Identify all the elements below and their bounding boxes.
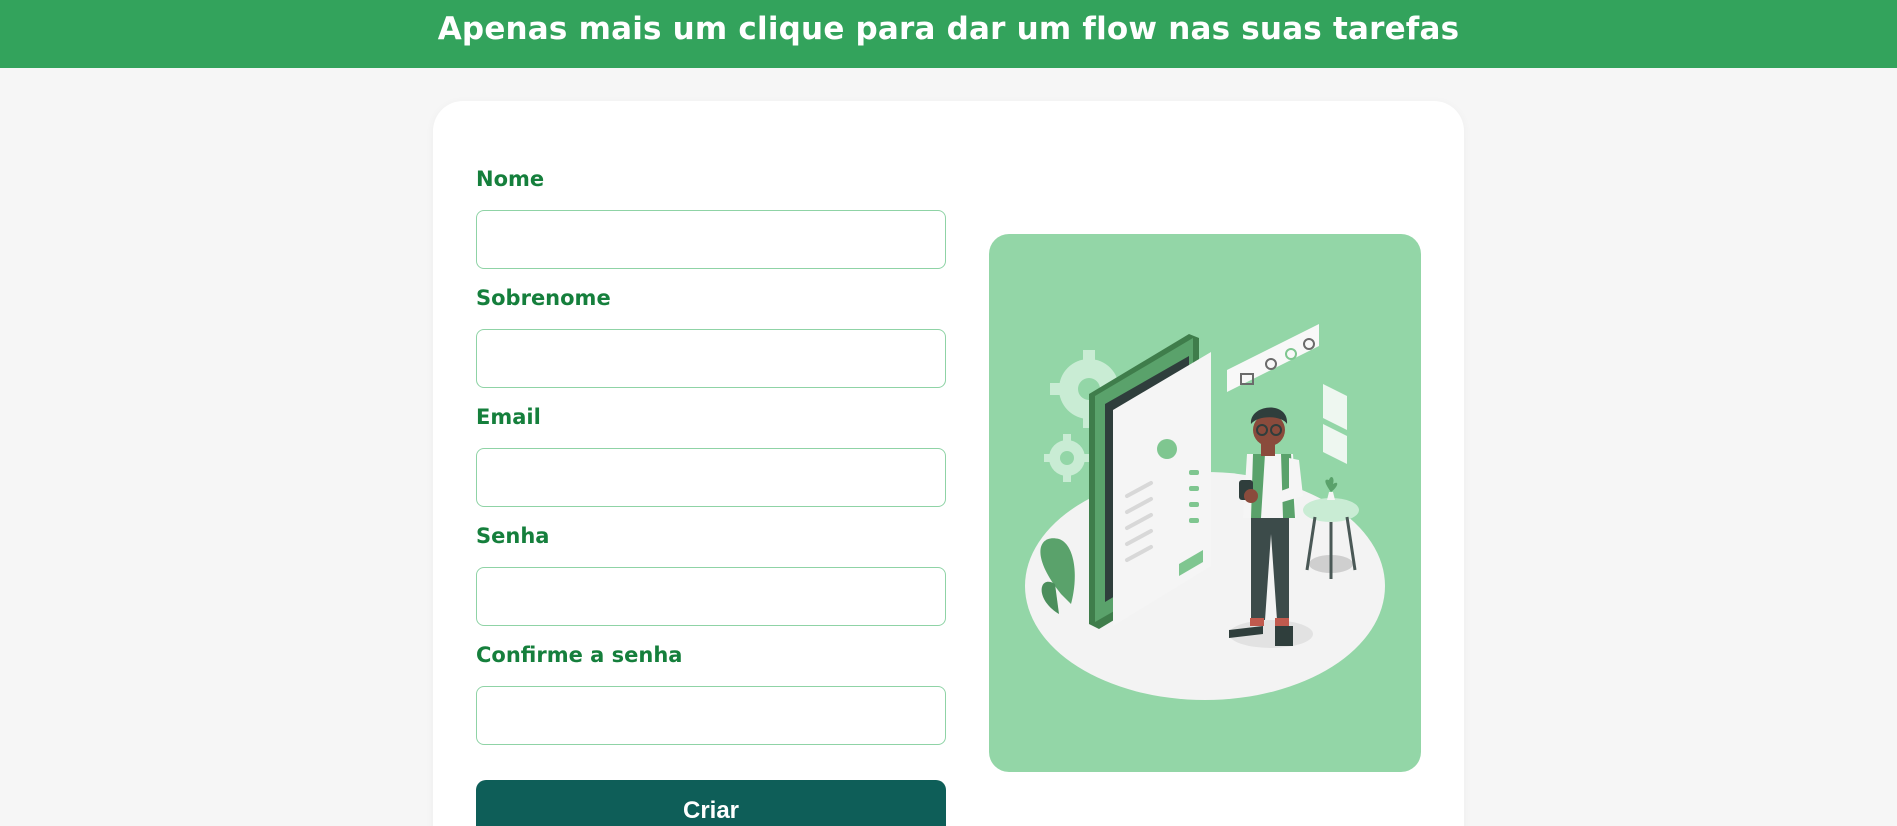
senha-label: Senha — [476, 524, 550, 548]
sobrenome-label: Sobrenome — [476, 286, 611, 310]
sobrenome-input[interactable] — [476, 329, 946, 388]
confirme-senha-label: Confirme a senha — [476, 643, 683, 667]
field-senha: Senha — [476, 522, 946, 626]
nome-label: Nome — [476, 167, 545, 191]
field-sobrenome: Sobrenome — [476, 284, 946, 388]
confirme-senha-input[interactable] — [476, 686, 946, 745]
senha-input[interactable] — [476, 567, 946, 626]
top-banner: Apenas mais um clique para dar um flow n… — [0, 0, 1897, 68]
field-confirme-senha: Confirme a senha — [476, 641, 946, 745]
signup-illustration — [989, 234, 1421, 772]
field-nome: Nome — [476, 165, 946, 269]
nome-input[interactable] — [476, 210, 946, 269]
signup-card: Nome Sobrenome Email Senha Confirme a se… — [433, 101, 1464, 826]
email-label: Email — [476, 405, 541, 429]
signup-form: Nome Sobrenome Email Senha Confirme a se… — [476, 165, 946, 760]
person-with-phone-illustration-icon — [1025, 324, 1385, 700]
criar-button[interactable]: Criar — [476, 780, 946, 826]
field-email: Email — [476, 403, 946, 507]
page-title: Apenas mais um clique para dar um flow n… — [437, 11, 1460, 47]
email-input[interactable] — [476, 448, 946, 507]
